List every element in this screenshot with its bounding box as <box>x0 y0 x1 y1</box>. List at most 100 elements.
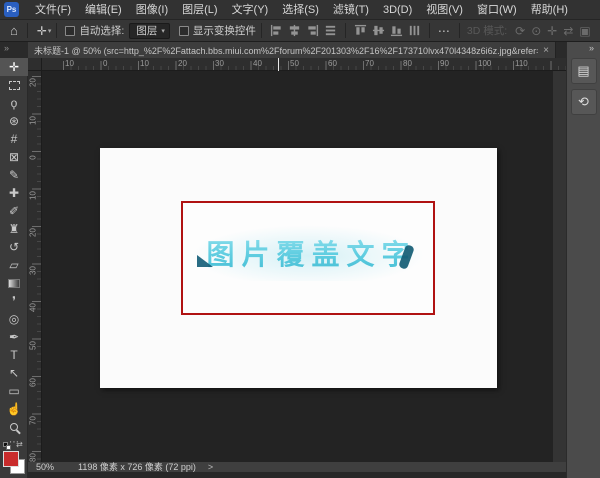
align-top-edges-icon[interactable] <box>353 23 368 38</box>
rectangle-tool[interactable]: ▭ <box>0 382 28 400</box>
eyedropper-tool[interactable]: ✎ <box>0 166 28 184</box>
show-transform-checkbox[interactable] <box>179 26 189 36</box>
separator <box>56 23 57 38</box>
pen-tool[interactable]: ✒ <box>0 328 28 346</box>
foreground-color-swatch[interactable] <box>3 451 19 467</box>
path-selection-tool[interactable]: ↖ <box>0 364 28 382</box>
zoom-tool[interactable] <box>0 418 28 436</box>
menu-help[interactable]: 帮助(H) <box>524 0 575 20</box>
lasso-tool[interactable]: ϙ <box>0 94 28 112</box>
align-vertical-centers-icon[interactable] <box>371 23 386 38</box>
vertical-ruler[interactable]: 201001020304050607080 <box>28 71 42 462</box>
ruler-label: 10 <box>140 59 149 68</box>
ruler-label: 110 <box>515 59 528 68</box>
mode-3d-label: 3D 模式: <box>467 23 507 38</box>
auto-select-dropdown[interactable]: 图层 ▾ <box>129 23 170 39</box>
ruler-label: 100 <box>478 59 491 68</box>
align-horizontal-centers-icon[interactable] <box>287 23 302 38</box>
document-canvas[interactable]: 图片覆盖文字 <box>100 148 497 388</box>
camera-3d-icon[interactable]: ▣ <box>579 24 590 38</box>
orbit-3d-icon[interactable]: ⟳ <box>515 24 525 38</box>
type-tool[interactable]: T <box>0 346 28 364</box>
color-swatch-area: ⇄ <box>0 440 28 478</box>
menu-filter[interactable]: 滤镜(T) <box>326 0 376 20</box>
home-icon[interactable]: ⌂ <box>6 21 22 41</box>
history-panel-button[interactable]: ⟲ <box>571 89 597 115</box>
ruler-label: 10 <box>65 59 74 68</box>
align-right-edges-icon[interactable] <box>305 23 320 38</box>
object-selection-tool[interactable]: ⊛ <box>0 112 28 130</box>
eraser-tool[interactable]: ▱ <box>0 256 28 274</box>
align-left-edges-icon[interactable] <box>269 23 284 38</box>
canvas-workspace[interactable]: 图片覆盖文字 <box>42 71 553 462</box>
ruler-label: 50 <box>29 339 38 353</box>
frame-tool[interactable]: ⊠ <box>0 148 28 166</box>
status-bar: 50% 1198 像素 x 726 像素 (72 ppi) > <box>28 462 566 472</box>
separator <box>345 23 346 38</box>
crop-tool[interactable]: # <box>0 130 28 148</box>
menu-image[interactable]: 图像(I) <box>129 0 175 20</box>
separator <box>429 23 430 38</box>
photoshop-logo-icon[interactable]: Ps <box>4 2 19 17</box>
tools-panel: ✛ϙ⊛#⊠✎✚✐♜↺▱❜◎✒T↖▭☝ ⋯ ⇄ <box>0 58 28 478</box>
pan-3d-icon[interactable]: ✛ <box>547 24 557 38</box>
tab-bar: » 未标题-1 @ 50% (src=http_%2F%2Fattach.bbs… <box>0 42 566 58</box>
ruler-cursor-marker <box>278 58 279 71</box>
status-menu-chevron-icon[interactable]: > <box>208 462 213 472</box>
chevron-down-icon[interactable]: ▾ <box>48 27 52 35</box>
dodge-tool[interactable]: ◎ <box>0 310 28 328</box>
marquee-tool[interactable] <box>0 76 28 94</box>
dock-collapse-icon[interactable]: » <box>567 42 600 53</box>
swap-colors-icon[interactable]: ⇄ <box>16 440 23 449</box>
distribute-verticals-icon[interactable] <box>407 23 422 38</box>
document-tab-title: 未标题-1 @ 50% (src=http_%2F%2Fattach.bbs.m… <box>34 44 538 57</box>
menu-type[interactable]: 文字(Y) <box>225 0 276 20</box>
separator <box>27 23 28 38</box>
menu-items: 文件(F)编辑(E)图像(I)图层(L)文字(Y)选择(S)滤镜(T)3D(D)… <box>28 0 575 20</box>
document-size-text: 1198 像素 x 726 像素 (72 ppi) <box>78 462 196 472</box>
blur-tool[interactable]: ❜ <box>0 292 28 310</box>
roll-3d-icon[interactable]: ⊙ <box>531 24 541 38</box>
ruler-corner[interactable] <box>28 58 42 71</box>
zoom-level-field[interactable]: 50% <box>36 462 54 472</box>
menu-edit[interactable]: 编辑(E) <box>78 0 129 20</box>
menu-view[interactable]: 视图(V) <box>419 0 470 20</box>
menu-select[interactable]: 选择(S) <box>275 0 326 20</box>
window-bottom-edge <box>0 472 566 478</box>
distribute-horizontals-icon[interactable] <box>323 23 338 38</box>
menu-layer[interactable]: 图层(L) <box>175 0 224 20</box>
close-icon[interactable]: × <box>543 45 549 56</box>
align-icons-vertical <box>353 23 422 38</box>
adjustments-panel-button[interactable]: ▤ <box>571 58 597 84</box>
horizontal-ruler[interactable]: 100102030405060708090100110 <box>42 58 566 71</box>
ruler-label: 80 <box>403 59 412 68</box>
panel-gap <box>553 58 566 472</box>
menu-window[interactable]: 窗口(W) <box>470 0 524 20</box>
auto-select-label: 自动选择: <box>79 23 124 38</box>
auto-select-checkbox[interactable] <box>65 26 75 36</box>
brush-tool[interactable]: ✐ <box>0 202 28 220</box>
align-bottom-edges-icon[interactable] <box>389 23 404 38</box>
hand-tool[interactable]: ☝ <box>0 400 28 418</box>
red-selection-frame: 图片覆盖文字 <box>181 201 435 315</box>
auto-select-value: 图层 <box>136 23 157 38</box>
ruler-label: 30 <box>215 59 224 68</box>
menu-file[interactable]: 文件(F) <box>28 0 78 20</box>
default-colors-icon[interactable] <box>3 442 12 451</box>
more-options-icon[interactable]: ⋯ <box>435 24 454 38</box>
move-tool[interactable]: ✛ <box>0 58 28 76</box>
ruler-label: 70 <box>365 59 374 68</box>
document-tab[interactable]: 未标题-1 @ 50% (src=http_%2F%2Fattach.bbs.m… <box>28 42 556 58</box>
gradient-tool[interactable] <box>0 274 28 292</box>
dock-panel-buttons: ▤⟲ <box>567 58 600 115</box>
ruler-label: 10 <box>29 189 38 203</box>
ruler-label: 90 <box>440 59 449 68</box>
mode-3d-icons: ⟳ ⊙ ✛ ⇄ ▣ <box>515 24 591 38</box>
clone-stamp-tool[interactable]: ♜ <box>0 220 28 238</box>
slide-3d-icon[interactable]: ⇄ <box>563 24 573 38</box>
toolbar-collapse-icon[interactable]: » <box>4 43 9 53</box>
menu-3d[interactable]: 3D(D) <box>376 0 419 20</box>
history-brush-tool[interactable]: ↺ <box>0 238 28 256</box>
ruler-label: 0 <box>103 59 107 68</box>
healing-brush-tool[interactable]: ✚ <box>0 184 28 202</box>
